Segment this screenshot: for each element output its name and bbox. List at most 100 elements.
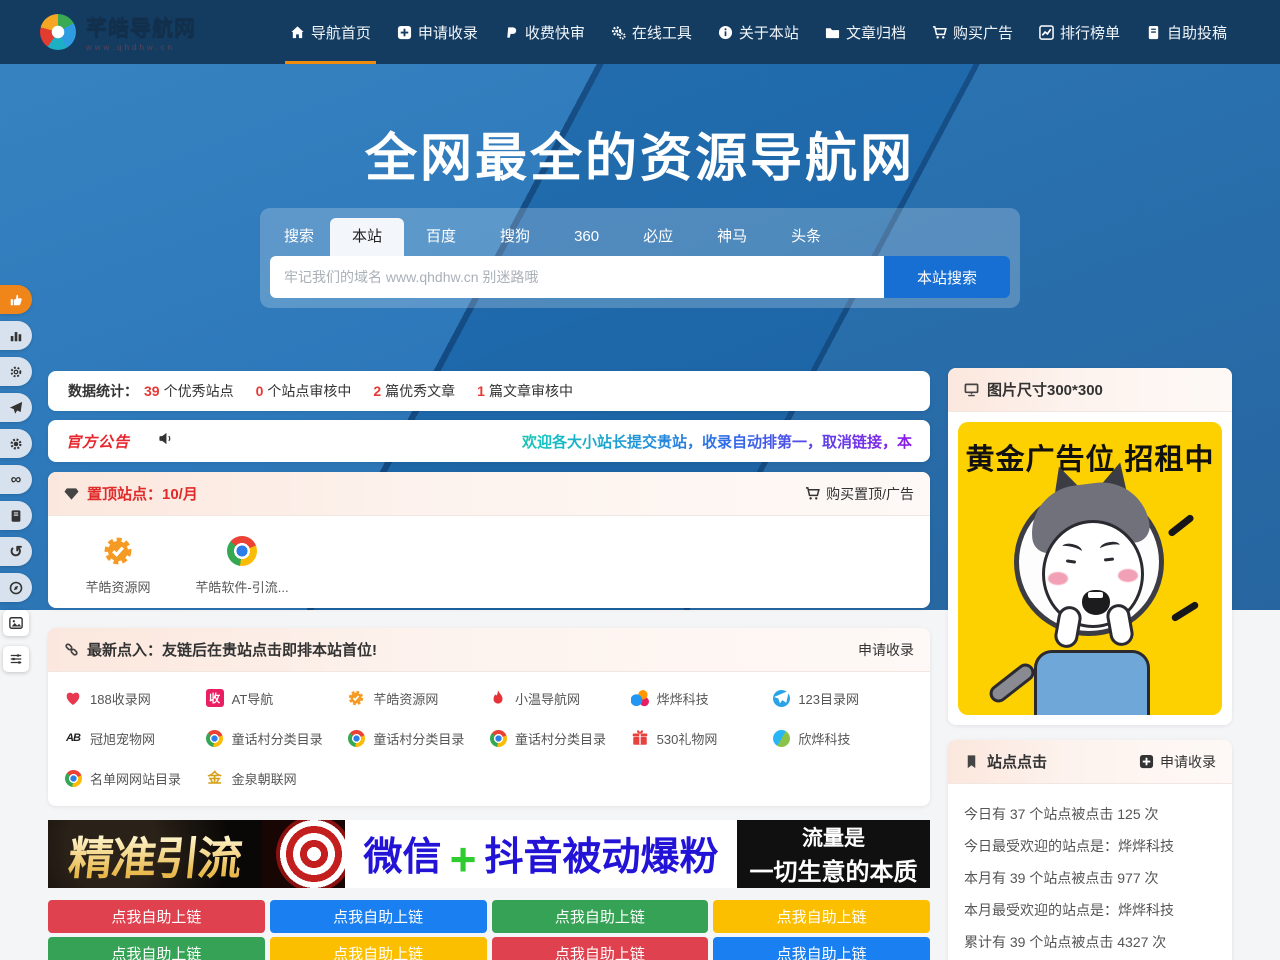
brand-logo-icon <box>40 14 76 50</box>
link-item[interactable]: 530礼物网 <box>631 718 773 758</box>
nav-item-paid-review[interactable]: 收费快审 <box>491 0 598 64</box>
self-link-button[interactable]: 点我自助上链 <box>713 937 930 960</box>
billboard-icon <box>964 382 979 397</box>
banner-ad-target[interactable] <box>262 820 345 888</box>
self-link-button[interactable]: 点我自助上链 <box>270 937 487 960</box>
tab-toutiao[interactable]: 头条 <box>769 218 843 256</box>
search-button[interactable]: 本站搜索 <box>884 256 1010 298</box>
link-item[interactable]: 金 金泉朝联网 <box>206 758 348 798</box>
telegram-icon <box>773 690 790 707</box>
tab-bing[interactable]: 必应 <box>621 218 695 256</box>
journal-dock-button[interactable] <box>0 501 32 530</box>
link-item[interactable]: 童话村分类目录 <box>347 718 489 758</box>
latest-links-card: 最新点入：友链后在贵站点击即排本站首位! 申请收录 188收录网 收 AT导航 … <box>48 628 930 806</box>
filters-button[interactable] <box>3 646 29 672</box>
stats-label: 数据统计： <box>68 381 138 401</box>
link-item[interactable]: 收 AT导航 <box>206 678 348 718</box>
self-link-button[interactable]: 点我自助上链 <box>492 937 709 960</box>
cart-icon <box>932 25 947 40</box>
click-stat-line: 今日最受欢迎的站点是：烨烨科技 <box>964 830 1216 862</box>
nav-item-buy-ads[interactable]: 购买广告 <box>919 0 1026 64</box>
apply-inclusion-link[interactable]: 申请收录 <box>1139 752 1216 772</box>
banner-ad-flow[interactable]: 流量是 一切生意的本质 <box>737 820 930 888</box>
pinned-title: 置顶站点：10/月 <box>87 483 198 504</box>
undo-icon: ↺ <box>9 542 22 562</box>
pink-square-icon: 收 <box>206 689 224 707</box>
bar-chart-icon <box>9 329 23 343</box>
settings-dock-button[interactable] <box>0 357 32 386</box>
tab-360[interactable]: 360 <box>552 218 621 256</box>
gear-outline-icon <box>9 365 23 379</box>
nav-item-archive[interactable]: 文章归档 <box>812 0 919 64</box>
pinned-site[interactable]: 芊皓资源网 <box>56 526 180 596</box>
tab-this-site[interactable]: 本站 <box>330 218 404 256</box>
like-button[interactable] <box>0 285 32 314</box>
stats-dock-button[interactable] <box>0 321 32 350</box>
nav-item-self-post[interactable]: 自助投稿 <box>1133 0 1240 64</box>
link-item[interactable]: 童话村分类目录 <box>206 718 348 758</box>
nav-item-ranking[interactable]: 排行榜单 <box>1026 0 1133 64</box>
link-item[interactable]: 188收录网 <box>64 678 206 718</box>
brand-name: 芊皓导航网 <box>86 12 196 42</box>
click-stat-line: 本月有 39 个站点被点击 977 次 <box>964 862 1216 894</box>
brand[interactable]: 芊皓导航网 www.qhdhw.cn <box>40 12 196 52</box>
chrome-icon <box>227 536 257 566</box>
link-item[interactable]: 名单网网站目录 <box>64 758 206 798</box>
compass-dock-button[interactable] <box>0 573 32 602</box>
link-item[interactable]: 芊皓资源网 <box>347 678 489 718</box>
apply-inclusion-link[interactable]: 申请收录 <box>858 640 914 660</box>
link-item[interactable]: 欣烨科技 <box>772 718 914 758</box>
link-item[interactable]: 小温导航网 <box>489 678 631 718</box>
hero-title: 全网最全的资源导航网 <box>0 116 1280 191</box>
cart-icon <box>805 486 820 501</box>
self-link-buttons: 点我自助上链 点我自助上链 点我自助上链 点我自助上链 点我自助上链 点我自助上… <box>48 900 930 960</box>
link-item[interactable]: 123目录网 <box>772 678 914 718</box>
infinity-dock-button[interactable]: ∞ <box>0 465 32 494</box>
gears-icon <box>611 25 626 40</box>
self-link-button[interactable]: 点我自助上链 <box>48 900 265 933</box>
buy-pin-ad-link[interactable]: 购买置顶/广告 <box>805 484 914 504</box>
pinned-site-name: 芊皓资源网 <box>56 577 180 596</box>
ad-text: 黄金广告位 招租中 <box>958 422 1222 478</box>
tab-shenma[interactable]: 神马 <box>695 218 769 256</box>
tab-sogou[interactable]: 搜狗 <box>478 218 552 256</box>
nav-item-tools[interactable]: 在线工具 <box>598 0 705 64</box>
link-item[interactable]: 童话村分类目录 <box>489 718 631 758</box>
plus-square-icon <box>1139 754 1154 769</box>
link-item[interactable]: 烨烨科技 <box>631 678 773 718</box>
nav-item-home[interactable]: 导航首页 <box>277 0 384 64</box>
pinned-sites-card: 置顶站点：10/月 购买置顶/广告 芊皓资源网 芊皓软件-引流... <box>48 472 930 608</box>
gold-ad-banner[interactable]: 黄金广告位 招租中 <box>958 422 1222 715</box>
announcement-bar: 官方公告 欢迎各大小站长提交贵站，收录自动排第一，取消链接，本 <box>48 420 930 462</box>
link-icon <box>64 642 79 657</box>
banner-ad-wechat-douyin[interactable]: 微信 + 抖音被动爆粉 <box>345 820 737 888</box>
link-item[interactable]: AB 冠旭宠物网 <box>64 718 206 758</box>
self-link-button[interactable]: 点我自助上链 <box>713 900 930 933</box>
self-link-button[interactable]: 点我自助上链 <box>270 900 487 933</box>
self-link-button[interactable]: 点我自助上链 <box>492 900 709 933</box>
click-stat-line: 本月最受欢迎的站点是：烨烨科技 <box>964 894 1216 926</box>
image-search-button[interactable] <box>3 610 29 636</box>
info-circle-icon <box>718 25 733 40</box>
stats-bar: 数据统计： 39 个优秀站点 0 个站点审核中 2 篇优秀文章 1 篇文章审核中 <box>48 371 930 411</box>
home-icon <box>290 25 305 40</box>
self-link-button[interactable]: 点我自助上链 <box>48 937 265 960</box>
tab-baidu[interactable]: 百度 <box>404 218 478 256</box>
pinned-site-name: 芊皓软件-引流... <box>180 577 304 596</box>
announcement-marquee: 欢迎各大小站长提交贵站，收录自动排第一，取消链接，本 <box>173 431 912 452</box>
page: 芊皓导航网 www.qhdhw.cn 导航首页 申请收录 收费快审 在线工具 <box>0 0 1280 960</box>
banner-ad-traffic[interactable]: 精准引流 <box>48 820 262 888</box>
navigate-dock-button[interactable] <box>0 393 32 422</box>
chrome-icon <box>348 730 365 747</box>
color-dots-icon <box>631 689 649 707</box>
pinned-site[interactable]: 芊皓软件-引流... <box>180 526 304 596</box>
plus-square-icon <box>397 25 412 40</box>
undo-dock-button[interactable]: ↺ <box>0 537 32 566</box>
heart-icon <box>64 689 82 707</box>
gear-dock-button[interactable] <box>0 429 32 458</box>
chrome-icon <box>65 770 82 787</box>
nav-item-about[interactable]: 关于本站 <box>705 0 812 64</box>
badge-check-icon <box>102 535 134 567</box>
nav-item-submit[interactable]: 申请收录 <box>384 0 491 64</box>
search-input[interactable] <box>270 256 884 298</box>
